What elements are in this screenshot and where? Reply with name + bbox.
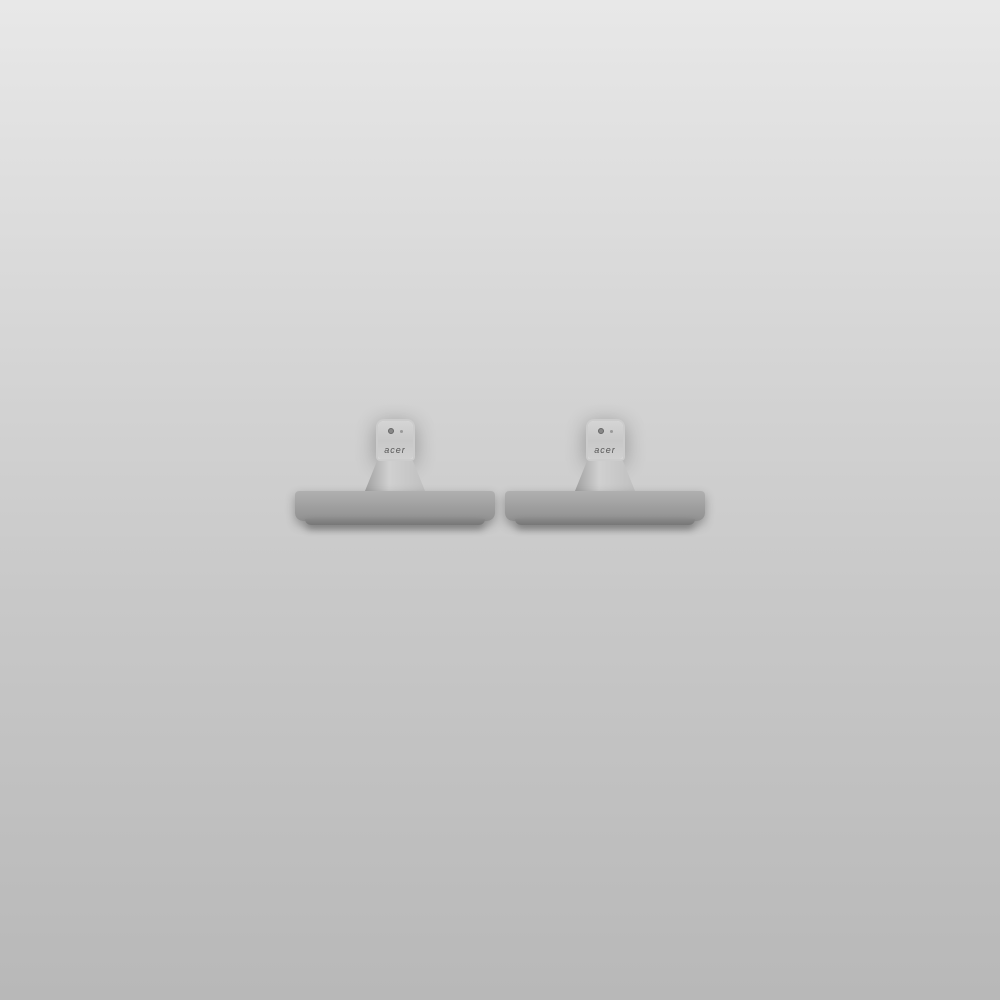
left-stand [295,461,495,521]
left-webcam [388,428,394,434]
monitors-container: Amazon Alexa ─ □ ✕ 🎵 [295,419,705,521]
right-webcam [598,428,604,434]
left-stand-neck [365,461,425,491]
left-bezel-top [378,421,413,441]
right-monitor-frame: ☰ ⌂ 📓 📍 👤 ⚙ Remind you about this? Remin… [586,419,625,461]
left-mic [400,430,403,433]
left-bezel-bottom: acer [378,441,413,459]
right-monitor: ☰ ⌂ 📓 📍 👤 ⚙ Remind you about this? Remin… [505,419,705,521]
right-stand [505,461,705,521]
right-mic [610,430,613,433]
right-stand-neck [575,461,635,491]
right-bezel-bottom: acer [588,441,623,459]
left-stand-base [295,491,495,521]
right-stand-base [505,491,705,521]
right-acer-logo: acer [594,445,616,455]
left-monitor-frame: Amazon Alexa ─ □ ✕ 🎵 [376,419,415,461]
left-monitor: Amazon Alexa ─ □ ✕ 🎵 [295,419,495,521]
right-bezel-top [588,421,623,441]
left-acer-logo: acer [384,445,406,455]
